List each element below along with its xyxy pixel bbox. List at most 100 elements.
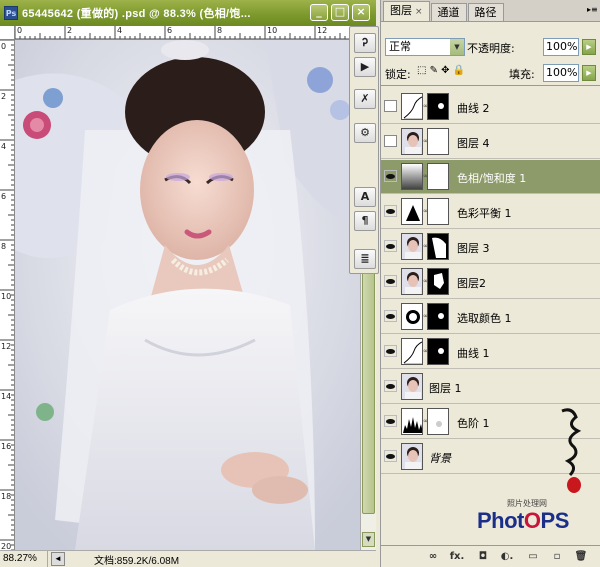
tab-layers-label: 图层 — [390, 4, 412, 17]
ruler-left-label: 18 — [1, 492, 12, 501]
layer-thumbnail[interactable] — [401, 233, 423, 260]
eye-visibility-icon[interactable] — [384, 275, 397, 287]
tab-layers[interactable]: 图层 × — [383, 1, 430, 21]
tool-presets-icon[interactable]: ✗ — [354, 89, 376, 109]
layer-row[interactable]: ∞ 图层 3 — [381, 230, 600, 264]
eye-visibility-icon[interactable] — [384, 135, 397, 147]
group-icon[interactable]: ▭ — [525, 550, 541, 564]
opacity-slider-arrow-icon[interactable]: ▶ — [582, 39, 596, 55]
layer-mask-thumbnail[interactable] — [427, 128, 449, 155]
layer-mask-thumbnail[interactable] — [427, 303, 449, 330]
trash-icon[interactable]: 🗑 — [573, 550, 589, 564]
eye-visibility-icon[interactable] — [384, 345, 397, 357]
layer-row[interactable]: ∞ 色相/饱和度 1 — [381, 160, 600, 194]
photops-logo: 照片处理网 PhotOPS — [477, 498, 587, 538]
opacity-label: 不透明度: — [467, 42, 515, 55]
ruler-left-label: 14 — [1, 392, 12, 401]
new-layer-icon[interactable]: ▫ — [549, 550, 565, 564]
lock-icons[interactable]: ⬚ ✎ ✥ 🔒 — [417, 65, 465, 76]
layer-row[interactable]: 图层 1 — [381, 370, 600, 404]
layer-mask-thumbnail[interactable] — [427, 93, 449, 120]
eye-visibility-icon[interactable] — [384, 450, 397, 462]
eye-visibility-icon[interactable] — [384, 380, 397, 392]
scroll-down-arrow-icon[interactable]: ▼ — [362, 532, 375, 547]
ruler-left[interactable]: 0 2 4 6 8 10 12 14 16 18 20 — [0, 40, 15, 550]
tab-close-icon[interactable]: × — [415, 7, 423, 17]
eye-visibility-icon[interactable] — [384, 170, 397, 182]
layer-thumbnail[interactable] — [401, 93, 423, 120]
layer-name: 色彩平衡 1 — [457, 207, 512, 220]
ruler-left-label: 10 — [1, 292, 12, 301]
layer-row[interactable]: ∞ 图层 4 — [381, 125, 600, 159]
close-button[interactable]: × — [352, 4, 370, 21]
ruler-top-label: 10 — [267, 26, 278, 35]
layer-thumbnail[interactable] — [401, 268, 423, 295]
status-nav-icon[interactable]: ◄ — [51, 552, 65, 566]
ruler-corner[interactable] — [0, 26, 15, 40]
clone-source-icon[interactable]: ⚙ — [354, 123, 376, 143]
ruler-left-label: 20 — [1, 542, 12, 550]
logo-part-b: O — [523, 508, 541, 533]
ruler-left-label: 0 — [1, 42, 7, 51]
lock-label: 锁定: — [385, 68, 411, 81]
layer-mask-thumbnail[interactable] — [427, 163, 449, 190]
eye-visibility-icon[interactable] — [384, 310, 397, 322]
eye-visibility-icon[interactable] — [384, 415, 397, 427]
character-icon[interactable]: A — [354, 187, 376, 207]
opacity-input[interactable]: 100% — [543, 38, 579, 56]
panel-menu-icon[interactable]: ▸≡ — [587, 5, 598, 15]
layer-thumbnail[interactable] — [401, 443, 423, 470]
layer-thumbnail[interactable] — [401, 303, 423, 330]
blend-mode-value: 正常 — [389, 40, 411, 53]
layer-row[interactable]: ∞ 图层2 — [381, 265, 600, 299]
actions-icon[interactable]: ▶ — [354, 57, 376, 77]
layer-thumbnail[interactable] — [401, 338, 423, 365]
bride-photo — [15, 40, 360, 550]
layer-mask-thumbnail[interactable] — [427, 408, 449, 435]
adjustment-icon[interactable]: ◐. — [499, 550, 515, 564]
ruler-left-label: 6 — [1, 192, 7, 201]
eye-visibility-icon[interactable] — [384, 100, 397, 112]
zoom-level[interactable]: 88.27% — [0, 551, 48, 567]
fill-input[interactable]: 100% — [543, 64, 579, 82]
image-canvas[interactable] — [15, 40, 360, 550]
fill-slider-arrow-icon[interactable]: ▶ — [582, 65, 596, 81]
tab-paths[interactable]: 路径 — [467, 3, 504, 21]
document-info[interactable]: 文档:859.2K/6.08M — [94, 552, 179, 567]
layer-mask-thumbnail[interactable] — [427, 198, 449, 225]
layer-row[interactable]: ∞ 色彩平衡 1 — [381, 195, 600, 229]
ruler-left-label: 8 — [1, 242, 7, 251]
layer-thumbnail[interactable] — [401, 163, 423, 190]
ruler-top-label: 0 — [17, 26, 23, 35]
blend-mode-select[interactable]: 正常 ▼ — [385, 38, 465, 56]
layer-row[interactable]: ∞ 曲线 2 — [381, 90, 600, 124]
document-titlebar[interactable]: Ps 65445642 (重做的) .psd @ 88.3% (色相/饱... … — [0, 0, 376, 26]
document-window: Ps 65445642 (重做的) .psd @ 88.3% (色相/饱... … — [0, 0, 376, 567]
layer-thumbnail[interactable] — [401, 373, 423, 400]
mask-icon[interactable]: ◘ — [475, 550, 491, 564]
ruler-top-label: 12 — [317, 26, 328, 35]
link-icon[interactable]: ∞ — [425, 550, 441, 564]
layer-mask-thumbnail[interactable] — [427, 233, 449, 260]
layer-thumbnail[interactable] — [401, 198, 423, 225]
notes-icon[interactable]: ≣ — [354, 249, 376, 269]
ruler-left-label: 12 — [1, 342, 12, 351]
layer-row[interactable]: ∞ 选取颜色 1 — [381, 300, 600, 334]
ruler-top-label: 4 — [117, 26, 123, 35]
layer-mask-thumbnail[interactable] — [427, 338, 449, 365]
layer-thumbnail[interactable] — [401, 128, 423, 155]
maximize-button[interactable]: □ — [331, 4, 349, 21]
logo-wordmark: PhotOPS — [477, 508, 569, 534]
fx-icon[interactable]: fx. — [449, 550, 465, 564]
paragraph-icon[interactable]: ¶ — [354, 211, 376, 231]
eye-visibility-icon[interactable] — [384, 240, 397, 252]
tab-channels[interactable]: 通道 — [430, 3, 467, 21]
history-brush-icon[interactable]: Ꭾ — [354, 33, 376, 53]
layer-mask-thumbnail[interactable] — [427, 268, 449, 295]
layer-thumbnail[interactable] — [401, 408, 423, 435]
layer-row[interactable]: ∞ 曲线 1 — [381, 335, 600, 369]
minimize-button[interactable]: _ — [310, 4, 328, 21]
ruler-top[interactable]: 02468101214 — [15, 26, 360, 40]
eye-visibility-icon[interactable] — [384, 205, 397, 217]
layer-name: 背景 — [429, 452, 451, 465]
